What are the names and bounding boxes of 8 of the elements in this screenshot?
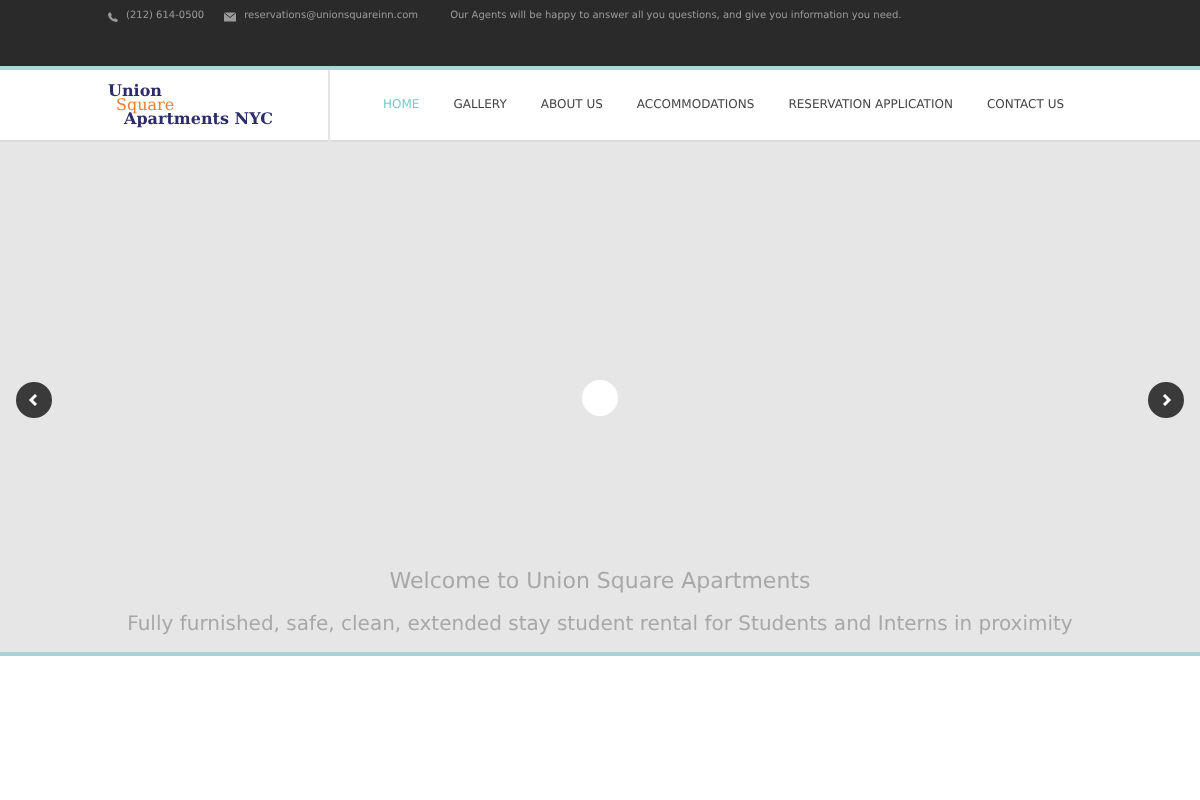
chevron-right-icon [1160,394,1172,406]
slide-heading: Welcome to Union Square Apartments [389,568,811,594]
previous-button[interactable] [16,382,52,418]
chevron-left-icon [28,394,40,406]
next-button[interactable] [1148,382,1184,418]
envelope-icon [224,11,237,21]
phone-icon [108,11,118,21]
slide-subtitle: Fully furnished, safe, clean, extended stay student rental for Students and Interns in proximity [127,614,1073,636]
